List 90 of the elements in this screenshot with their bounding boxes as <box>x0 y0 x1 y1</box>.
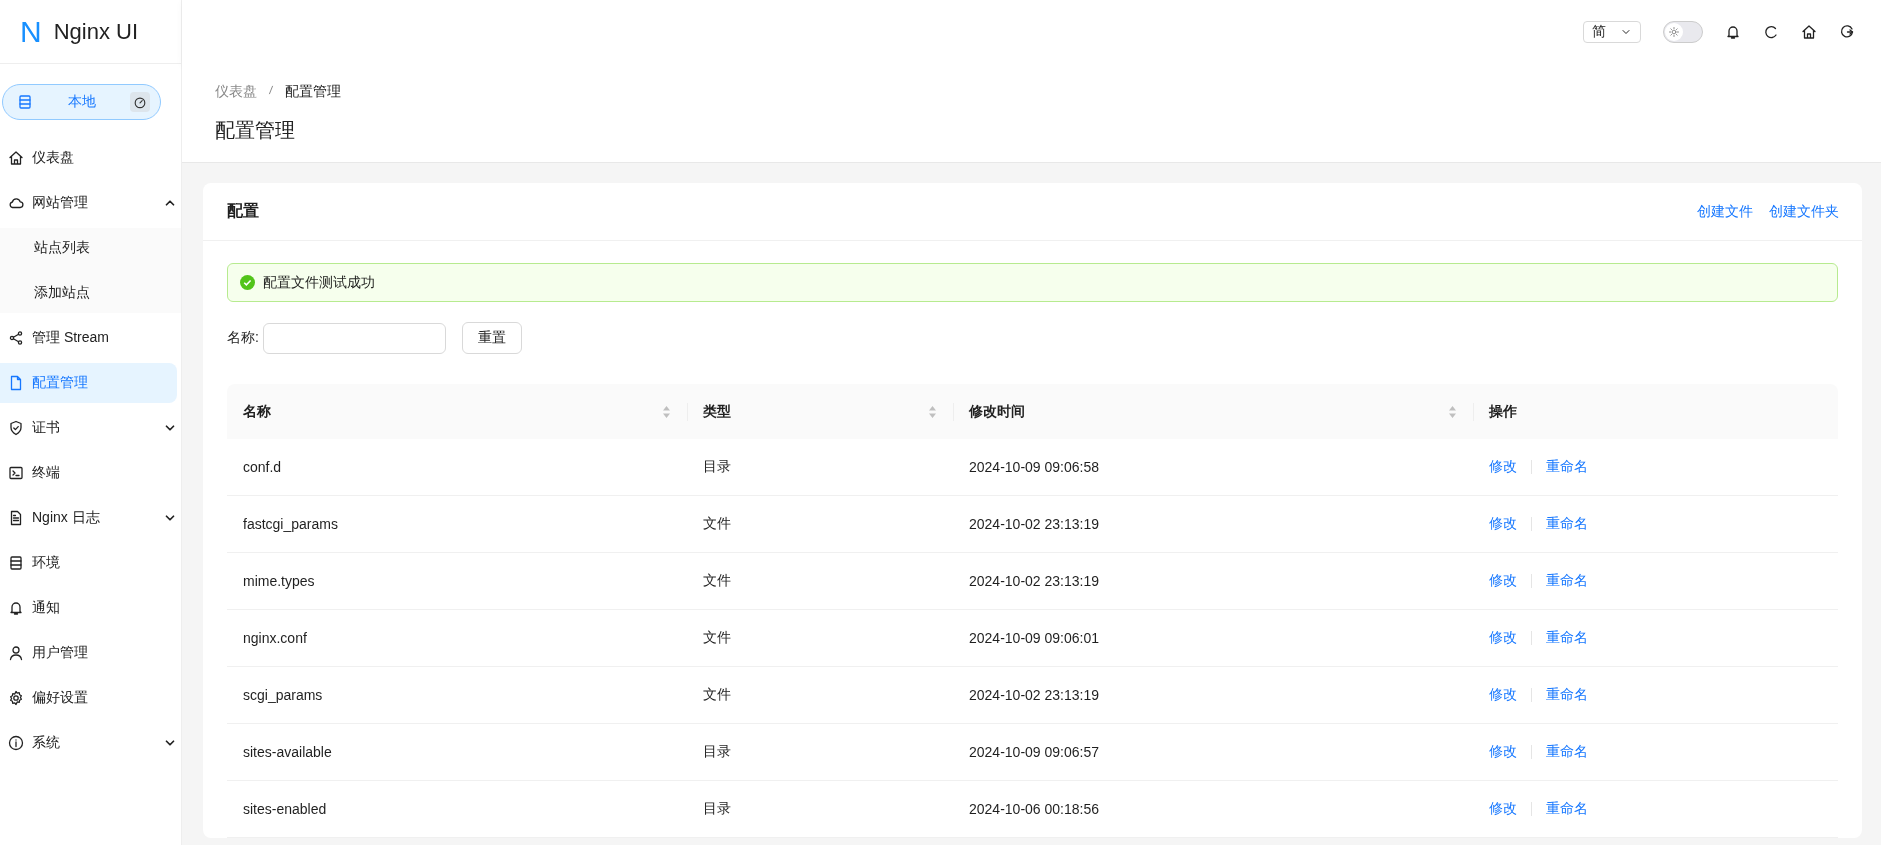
table-cell: fastcgi_params <box>227 495 687 553</box>
card-title: 配置 <box>227 201 260 221</box>
action-link[interactable]: 修改 <box>1489 743 1517 761</box>
table-cell: conf.d <box>227 439 687 496</box>
column-header[interactable]: 类型 <box>687 384 953 439</box>
action-link[interactable]: 修改 <box>1489 572 1517 590</box>
share-icon <box>8 330 24 346</box>
action-link[interactable]: 重命名 <box>1546 515 1588 533</box>
table-cell: 文件 <box>687 495 953 553</box>
create-link[interactable]: 创建文件 <box>1697 202 1753 221</box>
action-link[interactable]: 修改 <box>1489 686 1517 704</box>
breadcrumb-item[interactable]: 仪表盘 <box>215 83 257 101</box>
alert-message: 配置文件测试成功 <box>263 273 375 292</box>
menu-item[interactable]: 终端 <box>0 453 177 493</box>
menu-item[interactable]: 配置管理 <box>0 363 177 403</box>
terminal-icon <box>8 465 24 481</box>
table-cell: mime.types <box>227 552 687 610</box>
page-title: 配置管理 <box>215 118 296 143</box>
column-header[interactable]: 名称 <box>227 384 687 439</box>
menu-item[interactable]: 站点列表 <box>0 228 181 268</box>
table-cell: 文件 <box>687 609 953 667</box>
action-link[interactable]: 修改 <box>1489 458 1517 476</box>
action-link[interactable]: 修改 <box>1489 515 1517 533</box>
table-cell: 2024-10-09 09:06:58 <box>953 439 1473 496</box>
table-cell: 目录 <box>687 439 953 496</box>
logo-letter: N <box>20 14 42 49</box>
action-link[interactable]: 重命名 <box>1546 800 1588 818</box>
document-icon <box>8 510 24 526</box>
bell-icon <box>8 600 24 616</box>
table-cell: sites-enabled <box>227 780 687 838</box>
sun-icon <box>1668 26 1680 38</box>
table-cell: scgi_params <box>227 666 687 724</box>
action-link[interactable]: 重命名 <box>1546 743 1588 761</box>
sort-icon <box>1448 404 1457 419</box>
home-icon <box>1801 24 1817 40</box>
reload-icon <box>1763 24 1779 40</box>
file-icon <box>8 375 24 391</box>
column-header: 操作 <box>1473 384 1838 439</box>
menu-item[interactable]: Nginx 日志 <box>0 498 177 538</box>
action-link[interactable]: 重命名 <box>1546 458 1588 476</box>
bell-icon <box>1725 24 1741 40</box>
column-header[interactable]: 修改时间 <box>953 384 1473 439</box>
action-link[interactable]: 重命名 <box>1546 629 1588 647</box>
sort-icon <box>928 404 937 419</box>
language-select[interactable]: 简 <box>1583 21 1641 43</box>
menu-item[interactable]: 通知 <box>0 588 177 628</box>
table-cell: 目录 <box>687 780 953 838</box>
logout-icon <box>1839 24 1855 40</box>
home-icon <box>8 150 24 166</box>
app-name: Nginx UI <box>53 18 139 45</box>
menu-item[interactable]: 偏好设置 <box>0 678 177 718</box>
table-cell: 2024-10-09 09:06:01 <box>953 609 1473 667</box>
menu-item[interactable]: 系统 <box>0 723 177 763</box>
table-cell: 目录 <box>687 723 953 781</box>
table-cell: 2024-10-02 23:13:19 <box>953 666 1473 724</box>
name-label: 名称: <box>227 329 259 347</box>
user-icon <box>8 645 24 661</box>
menu-item[interactable]: 用户管理 <box>0 633 177 673</box>
table-cell: 2024-10-02 23:13:19 <box>953 495 1473 553</box>
info-icon <box>8 735 24 751</box>
action-link[interactable]: 重命名 <box>1546 686 1588 704</box>
menu-item[interactable]: 环境 <box>0 543 177 583</box>
sort-icon <box>662 404 671 419</box>
action-link[interactable]: 修改 <box>1489 629 1517 647</box>
table-cell: 2024-10-09 09:06:57 <box>953 723 1473 781</box>
table-cell: 2024-10-02 23:13:19 <box>953 552 1473 610</box>
menu-item[interactable]: 网站管理 <box>0 183 177 223</box>
server-icon <box>8 555 24 571</box>
action-link[interactable]: 修改 <box>1489 800 1517 818</box>
create-link[interactable]: 创建文件夹 <box>1769 202 1839 221</box>
reset-button[interactable]: 重置 <box>461 322 522 354</box>
table-cell: 文件 <box>687 666 953 724</box>
settings-icon <box>8 690 24 706</box>
menu-item[interactable]: 添加站点 <box>0 273 181 313</box>
check-circle-icon <box>240 275 255 290</box>
table-cell: 文件 <box>687 552 953 610</box>
name-input-field[interactable] <box>262 322 446 354</box>
breadcrumb-item: 配置管理 <box>285 83 341 101</box>
menu-item[interactable]: 仪表盘 <box>0 138 177 178</box>
action-link[interactable]: 重命名 <box>1546 572 1588 590</box>
theme-switch[interactable] <box>1663 21 1703 43</box>
environment-switcher[interactable]: 本地 <box>2 84 161 120</box>
shield-icon <box>8 420 24 436</box>
menu-item[interactable]: 证书 <box>0 408 177 448</box>
table-cell: sites-available <box>227 723 687 781</box>
menu-item[interactable]: 管理 Stream <box>0 318 177 358</box>
table-cell: nginx.conf <box>227 609 687 667</box>
server-icon <box>17 94 33 110</box>
table-cell: 2024-10-06 00:18:56 <box>953 780 1473 838</box>
cloud-icon <box>8 195 24 211</box>
